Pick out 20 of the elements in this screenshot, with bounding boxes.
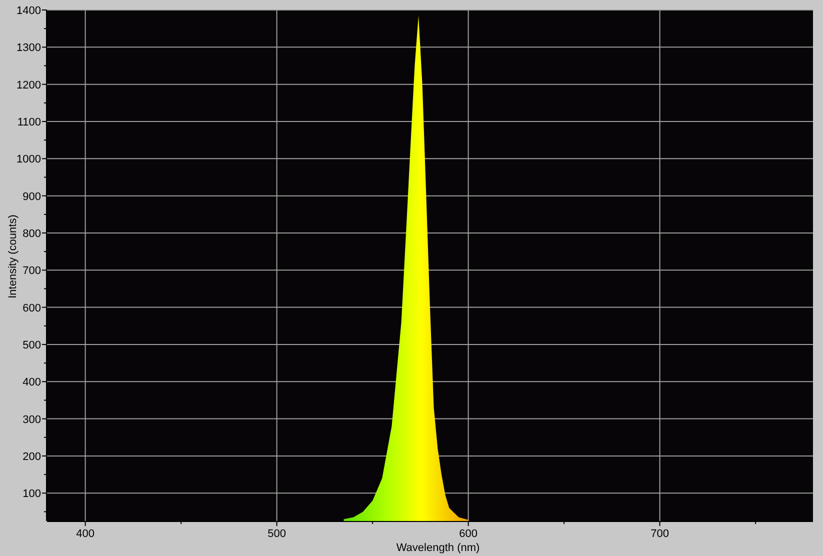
x-tick-label: 500 bbox=[268, 528, 286, 540]
y-tick-label: 1400 bbox=[16, 5, 41, 17]
y-tick-label: 100 bbox=[22, 488, 41, 500]
y-tick-label: 1300 bbox=[16, 42, 41, 54]
y-tick-label: 600 bbox=[22, 302, 41, 314]
y-tick-label: 500 bbox=[22, 339, 41, 352]
x-axis-title: Wavelength (nm) bbox=[396, 542, 480, 554]
y-tick-label: 300 bbox=[22, 414, 41, 426]
x-tick-label: 400 bbox=[76, 528, 94, 540]
x-tick-label: 700 bbox=[650, 528, 669, 540]
y-tick-label: 1200 bbox=[16, 79, 41, 92]
y-tick-label: 900 bbox=[22, 190, 41, 203]
y-tick-label: 700 bbox=[22, 265, 41, 278]
y-tick-label: 200 bbox=[22, 450, 41, 463]
y-axis-title: Intensity (counts) bbox=[7, 214, 19, 298]
x-tick-label: 600 bbox=[459, 528, 478, 540]
y-tick-label: 800 bbox=[22, 228, 41, 240]
y-tick-label: 1100 bbox=[17, 116, 41, 128]
y-tick-label: 400 bbox=[22, 376, 41, 389]
y-tick-label: 1000 bbox=[16, 154, 41, 166]
